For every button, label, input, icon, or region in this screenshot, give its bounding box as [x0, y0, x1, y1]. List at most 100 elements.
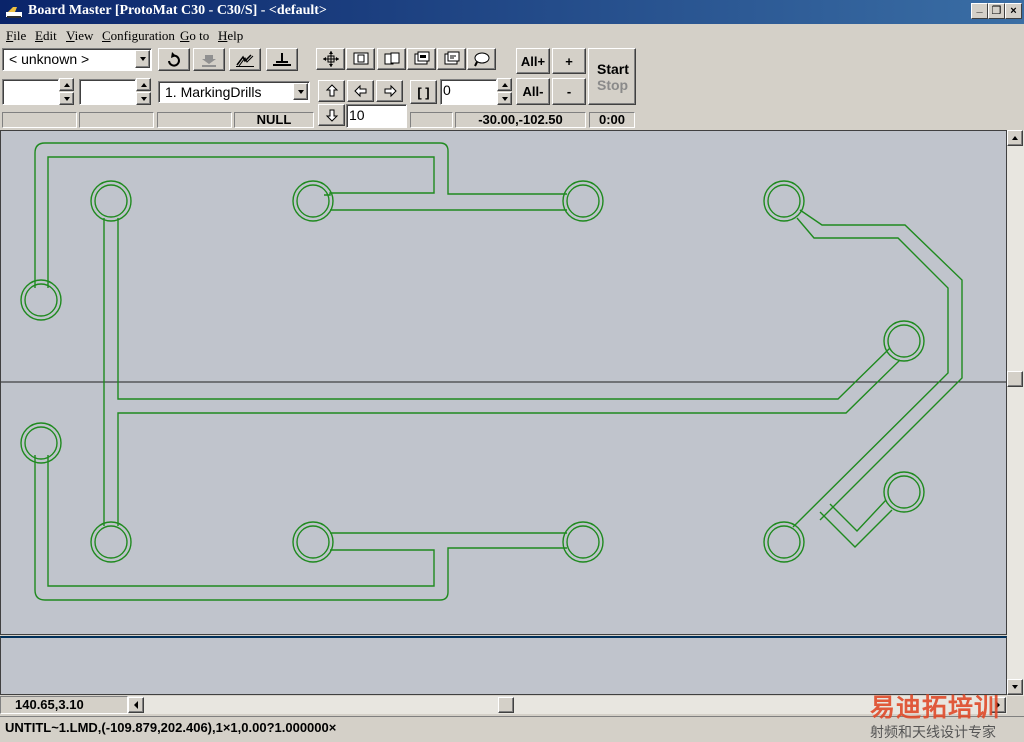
close-button[interactable]: × [1005, 3, 1022, 19]
mill-icon [236, 53, 254, 67]
move-down-button[interactable] [318, 104, 345, 126]
view-window-button[interactable] [407, 48, 436, 70]
trace-mid-horizontal [117, 359, 901, 526]
move-icon [322, 51, 339, 67]
pad [20, 279, 62, 321]
zoom-button[interactable] [467, 48, 496, 70]
menu-help[interactable]: Help [218, 28, 243, 44]
mill-button[interactable] [229, 48, 261, 71]
step-value: 10 [349, 107, 365, 123]
tool-select[interactable]: 1. MarkingDrills [158, 81, 310, 103]
tool-select-value: 1. MarkingDrills [165, 84, 262, 100]
pages-icon [384, 52, 399, 65]
menu-configuration[interactable]: Configuration [102, 28, 175, 44]
arrow-up-icon [140, 82, 147, 87]
counter-spinner[interactable] [497, 78, 513, 106]
pad [883, 471, 925, 513]
trace-right-upper [799, 209, 963, 521]
scroll-left-button[interactable] [128, 697, 144, 713]
menu-goto-key: G [180, 28, 190, 43]
window-icon [414, 51, 429, 65]
menu-file-rest: ile [13, 28, 27, 43]
tool-status: NULL [234, 112, 314, 128]
trace-bottom-left-inner [47, 455, 435, 587]
zoom-icon [473, 52, 489, 67]
pcb-layout [1, 142, 1006, 601]
horizontal-scroll-thumb[interactable] [498, 697, 514, 713]
start-stop-button[interactable]: Start Stop [588, 48, 636, 105]
minus-button[interactable]: - [552, 78, 586, 105]
view-pages-button[interactable] [377, 48, 406, 70]
pad [883, 320, 925, 362]
move-button[interactable] [316, 48, 345, 70]
field-a-spinner[interactable] [59, 78, 75, 106]
scroll-down-button[interactable] [1007, 679, 1023, 695]
trace-top-left-inner [47, 156, 435, 288]
counter-input[interactable]: 0 [440, 79, 497, 105]
pad [90, 521, 132, 563]
scroll-up-button[interactable] [1007, 130, 1023, 146]
field-b-input[interactable] [79, 79, 136, 105]
all-minus-button[interactable]: All- [516, 78, 550, 105]
minimize-button[interactable]: _ [971, 2, 988, 19]
field-a-spin-down[interactable] [59, 92, 74, 105]
pad [20, 422, 62, 464]
field-a-spin-up[interactable] [59, 78, 74, 91]
restore-icon: ❐ [991, 4, 1002, 17]
info-cell-3 [157, 112, 232, 128]
field-a-input[interactable] [2, 79, 59, 105]
download-button[interactable] [193, 48, 225, 71]
lower-pane [0, 636, 1007, 695]
arrow-down-icon [501, 96, 508, 101]
arrow-up-icon [63, 82, 70, 87]
menu-edit[interactable]: Edit [35, 28, 57, 44]
chevron-down-icon [139, 57, 146, 61]
field-b-spin-up[interactable] [136, 78, 151, 91]
board-canvas[interactable] [0, 130, 1007, 635]
arrow-right-icon [384, 84, 397, 98]
info-cell-5 [410, 112, 453, 128]
machine-select[interactable]: < unknown > [2, 48, 152, 71]
pad [562, 521, 604, 563]
menu-goto[interactable]: Go to [180, 28, 209, 44]
menu-edit-rest: dit [42, 28, 57, 43]
vertical-scrollbar[interactable] [1007, 130, 1024, 696]
counter-spin-up[interactable] [497, 78, 512, 91]
plus-button[interactable]: + [552, 48, 586, 74]
time-readout: 0:00 [589, 112, 635, 128]
field-b-spinner[interactable] [136, 78, 152, 106]
menu-file[interactable]: File [6, 28, 26, 44]
bracket-button[interactable]: [ ] [410, 80, 437, 104]
cursor-coordinates: 140.65,3.10 [0, 696, 128, 714]
menu-configuration-key: C [102, 28, 111, 43]
tool-dropdown-button[interactable] [293, 83, 308, 100]
status-text: UNTITL~1.LMD,(-109.879,202.406),1×1,0.00… [5, 720, 337, 735]
all-plus-button[interactable]: All+ [516, 48, 550, 74]
menu-help-key: H [218, 28, 228, 43]
title-bar: Board Master [ProtoMat C30 - C30/S] - <d… [0, 0, 1024, 24]
vertical-scroll-thumb[interactable] [1007, 371, 1023, 387]
move-up-button[interactable] [318, 80, 345, 102]
view-detail-button[interactable] [437, 48, 466, 70]
counter-spin-down[interactable] [497, 92, 512, 105]
menu-view-key: V [66, 28, 75, 43]
refresh-button[interactable] [158, 48, 190, 71]
window-title: Board Master [ProtoMat C30 - C30/S] - <d… [28, 3, 327, 18]
counter-value: 0 [443, 82, 451, 98]
pad [90, 180, 132, 222]
move-right-button[interactable] [376, 80, 403, 102]
restore-button[interactable]: ❐ [988, 3, 1005, 19]
app-icon [6, 7, 22, 18]
menu-view[interactable]: View [66, 28, 93, 44]
field-b-spin-down[interactable] [136, 92, 151, 105]
arrow-up-icon [1012, 136, 1018, 140]
view-board-button[interactable] [346, 48, 375, 70]
move-left-button[interactable] [347, 80, 374, 102]
menu-help-rest: elp [227, 28, 244, 43]
machine-dropdown-button[interactable] [135, 50, 150, 68]
minus-label: - [566, 84, 572, 99]
step-input[interactable]: 10 [346, 104, 407, 128]
trace-right-branch [819, 509, 893, 548]
plus-label: + [565, 53, 573, 69]
level-button[interactable] [266, 48, 298, 71]
